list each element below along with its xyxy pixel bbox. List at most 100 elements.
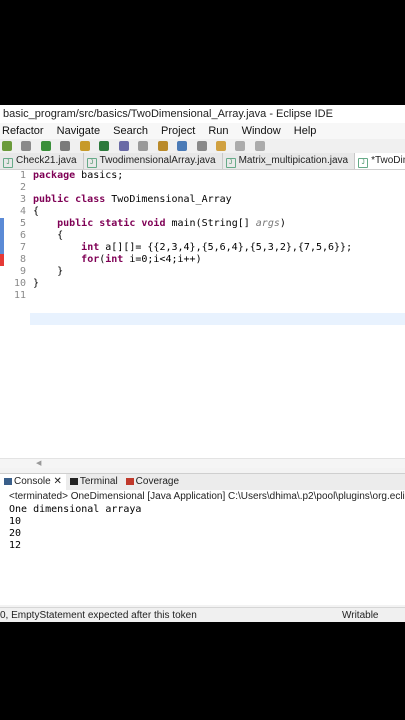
menu-project[interactable]: Project [161,123,195,139]
annotation-icon[interactable] [157,141,168,151]
close-icon[interactable]: ✕ [53,476,61,487]
code-token: a[][]= {{2,3,4},{5,6,4},{5,3,2},{7,5,6}}… [99,242,353,253]
last-edit-icon[interactable] [215,141,226,151]
open-type-icon[interactable] [118,141,129,151]
console-line: 20 [9,528,22,539]
menu-help[interactable]: Help [294,123,317,139]
settings-icon[interactable] [2,141,12,151]
line-number: 2 [19,182,26,193]
code-token: int [105,254,124,265]
menu-window[interactable]: Window [242,123,281,139]
console-icon [4,478,12,485]
console-line: One dimensional arraya [9,504,142,515]
code-line[interactable]: for(int i=0;i<4;i++) [33,254,202,266]
status-message: 0, EmptyStatement expected after this to… [0,610,197,621]
tab-label: TwodimensionalArray.java [99,155,216,166]
code-token: int [81,242,100,253]
override-marker-icon [0,218,4,254]
line-number: 5 [19,218,26,229]
status-bar: 0, EmptyStatement expected after this to… [0,607,405,622]
console-line: 10 [9,516,22,527]
current-line-highlight [30,313,405,325]
line-number: 6 [19,230,26,241]
toolbar [0,139,405,154]
line-number: 9 [19,266,26,277]
coverage-icon[interactable] [60,141,71,151]
tab-label: Check21.java [16,155,77,166]
code-token: basics; [75,170,124,181]
code-token: for [81,254,100,265]
code-token: } [33,266,64,277]
window-title: basic_program/src/basics/TwoDimensional_… [0,105,405,123]
code-line[interactable]: int a[][]= {{2,3,4},{5,6,4},{5,3,2},{7,5… [33,242,352,254]
line-number: 1 [19,170,26,181]
console-output[interactable]: One dimensional arraya 10 20 12 [0,504,405,605]
tab-label: *TwoDimensi [371,155,405,166]
console-status: <terminated> OneDimensional [Java Applic… [0,490,405,504]
menu-navigate[interactable]: Navigate [57,123,100,139]
menu-bar: Refactor Navigate Search Project Run Win… [0,123,405,139]
code-line[interactable]: { [33,206,39,218]
horizontal-scrollbar[interactable]: ◀ [0,458,405,468]
forward-icon[interactable] [254,141,265,151]
eclipse-window: basic_program/src/basics/TwoDimensional_… [0,105,405,622]
line-number: 7 [19,242,26,253]
tab-console[interactable]: Console ✕ [0,474,66,490]
menu-refactor[interactable]: Refactor [2,123,44,139]
code-line[interactable]: } [33,266,63,278]
run-icon[interactable] [40,141,51,151]
code-token: TwoDimensional_Array [105,194,232,205]
code-line[interactable]: public class TwoDimensional_Array [33,194,232,206]
console-line: 12 [9,540,22,551]
tab-twodimensionalarray[interactable]: J TwodimensionalArray.java [84,153,223,169]
line-number: 4 [19,206,26,217]
code-token: main(String[] [165,218,256,229]
previous-annotation-icon[interactable] [196,141,207,151]
java-file-icon: J [86,158,97,168]
code-token: public class [33,194,106,205]
write-mode: Writable [342,610,379,621]
code-token: ) [279,218,286,229]
code-editor[interactable]: 1 2 3 4 5 6 7 8 9 10 11 package basics; public clas… [0,170,405,468]
search-icon[interactable] [138,141,149,151]
console-tab-bar: Console ✕ Terminal Coverage [0,473,405,491]
menu-search[interactable]: Search [113,123,148,139]
tab-twodimensional-array[interactable]: J*TwoDimensi [355,153,405,169]
new-class-icon[interactable] [99,141,110,151]
tab-coverage[interactable]: Coverage [122,474,183,490]
line-number-gutter: 1 2 3 4 5 6 7 8 9 10 11 [0,170,30,467]
tab-matrix-multipication[interactable]: J Matrix_multipication.java [223,153,356,169]
line-number: 8 [19,254,26,265]
code-line[interactable]: { [33,230,63,242]
line-number: 10 [13,278,26,289]
code-token: public static void [57,218,166,229]
line-number: 11 [13,290,26,301]
tab-label: Terminal [79,476,118,487]
java-file-icon: J [3,158,13,168]
coverage-icon [125,478,134,485]
line-number: 3 [19,194,26,205]
editor-tabs: J Check21.java J TwodimensionalArray.java J M… [0,153,405,170]
error-marker-icon[interactable] [0,254,4,266]
debug-icon[interactable] [21,141,32,151]
terminal-icon [69,478,78,485]
back-icon[interactable] [235,141,246,151]
tab-terminal[interactable]: Terminal [66,474,122,490]
java-file-icon: J [225,158,236,168]
tab-label: Console [14,476,51,487]
tab-check21[interactable]: J Check21.java [0,153,84,169]
scroll-left-icon[interactable]: ◀ [36,459,41,467]
code-token: package [33,170,76,181]
code-token: { [33,230,64,241]
menu-run[interactable]: Run [208,123,228,139]
new-package-icon[interactable] [79,141,90,151]
next-annotation-icon[interactable] [177,141,188,151]
code-token: } [33,278,40,289]
code-token: args [255,218,280,229]
code-token: i=0;i<4;i++) [123,254,202,265]
code-line[interactable]: package basics; [33,170,123,182]
code-line[interactable]: } [33,278,39,290]
code-line[interactable]: public static void main(String[] args) [33,218,286,230]
